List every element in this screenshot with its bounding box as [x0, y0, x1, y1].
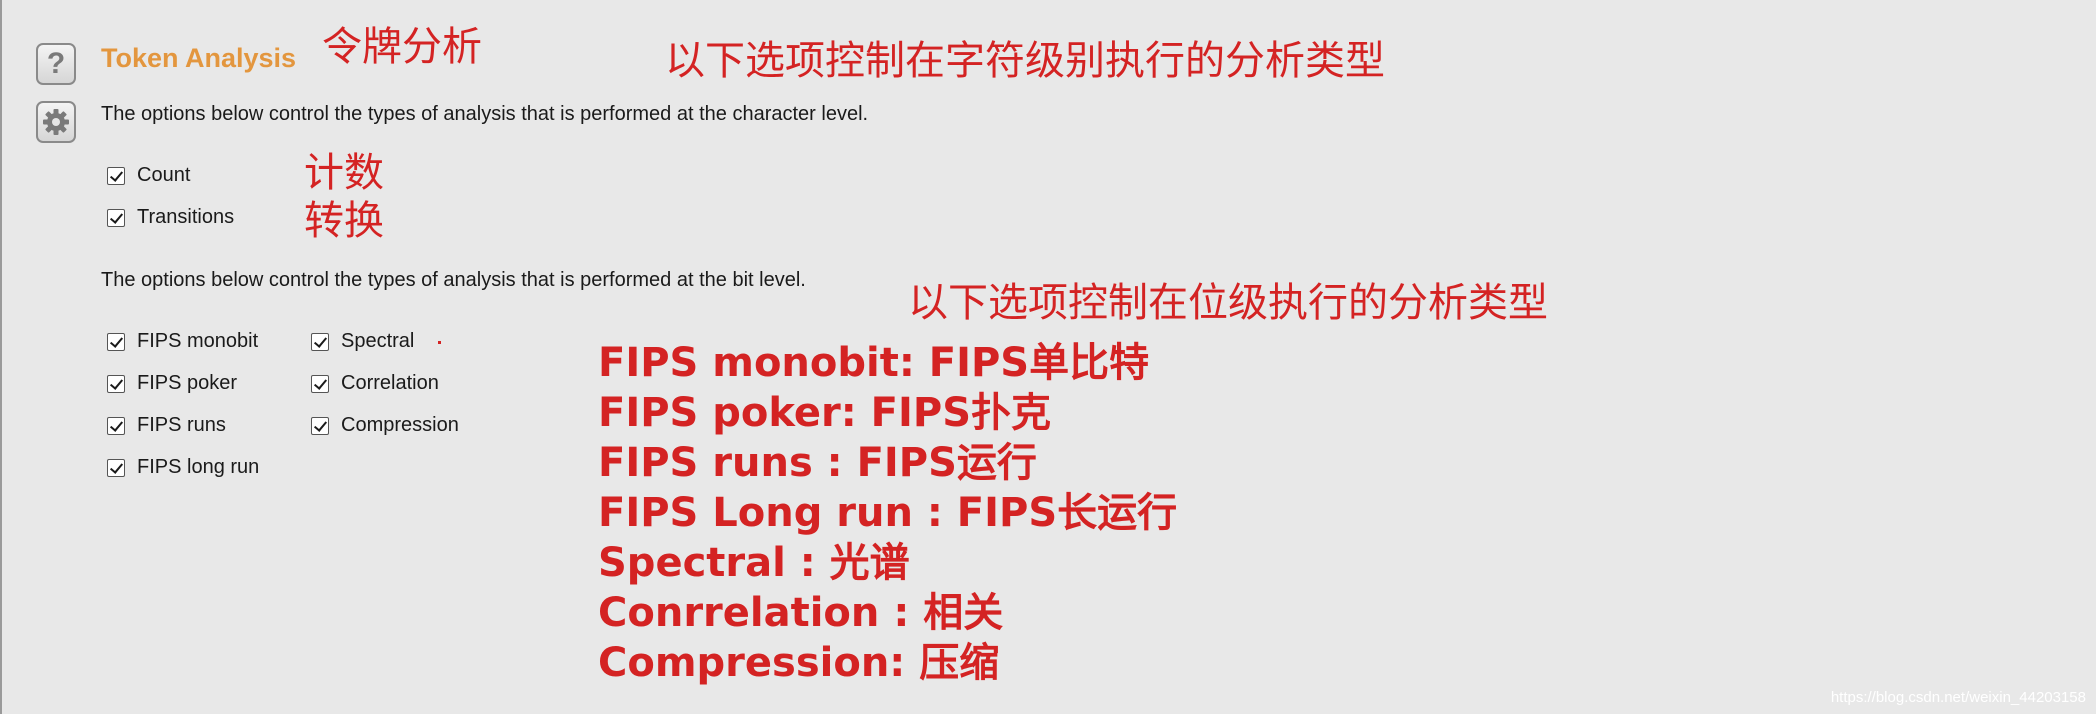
watermark: https://blog.csdn.net/weixin_44203158 [1830, 689, 2086, 706]
correlation-label: Correlation [341, 372, 439, 394]
glossary-line: FIPS runs : FIPS运行 [598, 440, 1037, 486]
checkbox-checked-icon [311, 374, 329, 393]
transitions-label: Transitions [137, 206, 235, 228]
glossary-line: Spectral : 光谱 [598, 540, 910, 586]
annotation-glossary: FIPS monobit: FIPS单比特 FIPS poker: FIPS扑克… [598, 338, 1177, 688]
annotation-transitions-cn: 转换 [304, 198, 384, 244]
fips-poker-checkbox[interactable]: FIPS poker [107, 372, 237, 395]
glossary-line: FIPS monobit: FIPS单比特 [598, 340, 1150, 386]
fips-monobit-label: FIPS monobit [137, 330, 259, 352]
glossary-line: Compression: 压缩 [598, 640, 1000, 686]
gear-icon [43, 109, 69, 135]
checkbox-checked-icon [107, 208, 125, 227]
page-title: Token Analysis [101, 43, 297, 73]
checkbox-checked-icon [311, 416, 329, 435]
checkbox-checked-icon [107, 166, 125, 185]
checkbox-checked-icon [107, 416, 125, 435]
correlation-checkbox[interactable]: Correlation [311, 372, 439, 395]
glossary-line: FIPS poker: FIPS扑克 [598, 390, 1052, 436]
glossary-line: FIPS Long run : FIPS长运行 [598, 490, 1178, 536]
compression-checkbox[interactable]: Compression [311, 414, 459, 437]
checkbox-checked-icon [107, 332, 125, 351]
fips-poker-label: FIPS poker [137, 372, 238, 394]
question-mark-icon: ? [46, 47, 66, 80]
fips-monobit-checkbox[interactable]: FIPS monobit [107, 330, 258, 353]
bit-level-description: The options below control the types of a… [101, 269, 806, 291]
transitions-checkbox[interactable]: Transitions [107, 206, 234, 229]
fips-runs-checkbox[interactable]: FIPS runs [107, 414, 226, 437]
checkbox-checked-icon [107, 458, 125, 477]
compression-label: Compression [341, 414, 459, 436]
glossary-line: Conrrelation : 相关 [598, 590, 1004, 636]
spectral-checkbox[interactable]: Spectral [311, 330, 414, 353]
settings-button[interactable] [36, 101, 76, 143]
count-checkbox[interactable]: Count [107, 164, 190, 187]
checkbox-checked-icon [107, 374, 125, 393]
window-left-border [0, 0, 2, 714]
annotation-bit-desc-cn: 以下选项控制在位级执行的分析类型 [908, 280, 1548, 326]
help-button[interactable]: ? [36, 43, 76, 85]
count-label: Count [137, 164, 191, 186]
checkbox-checked-icon [311, 332, 329, 351]
spectral-label: Spectral [341, 330, 415, 352]
annotation-title-cn: 令牌分析 [322, 24, 482, 70]
annotation-char-desc-cn: 以下选项控制在字符级别执行的分析类型 [665, 38, 1385, 84]
annotation-mark [438, 341, 441, 344]
fips-long-run-checkbox[interactable]: FIPS long run [107, 456, 259, 479]
character-level-description: The options below control the types of a… [101, 103, 869, 125]
fips-long-run-label: FIPS long run [137, 456, 260, 478]
fips-runs-label: FIPS runs [137, 414, 226, 436]
